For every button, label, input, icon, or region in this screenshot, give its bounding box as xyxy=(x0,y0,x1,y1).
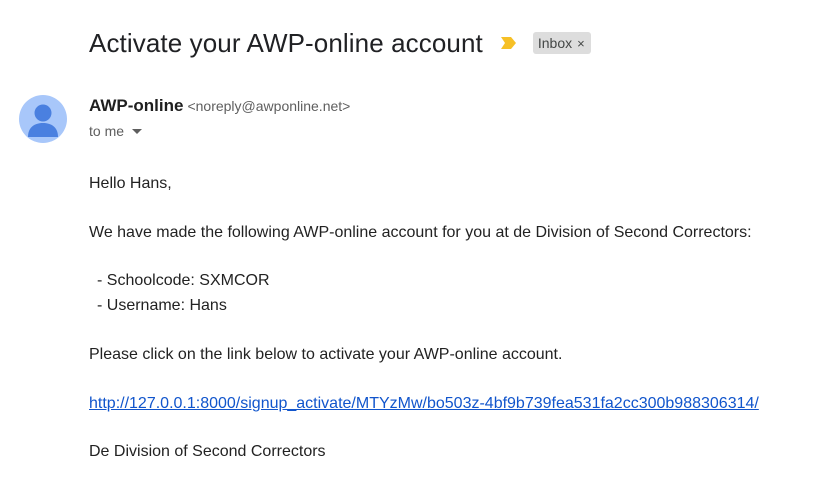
sender-name[interactable]: AWP-online xyxy=(89,96,183,116)
email-subject: Activate your AWP-online account xyxy=(89,27,483,58)
sender-email: <noreply@awponline.net> xyxy=(187,98,351,114)
chevron-down-icon[interactable] xyxy=(132,128,143,134)
body-instruction: Please click on the link below to activa… xyxy=(89,346,563,363)
person-avatar-icon xyxy=(19,95,67,143)
recipient-line: to me xyxy=(89,123,143,139)
body-signature: De Division of Second Correctors xyxy=(89,443,326,460)
body-intro: We have made the following AWP-online ac… xyxy=(89,224,752,241)
body-schoolcode: - Schoolcode: SXMCOR xyxy=(97,272,270,289)
recipient-text: to me xyxy=(89,123,125,139)
sender-avatar xyxy=(19,95,67,143)
body-greeting: Hello Hans, xyxy=(89,175,172,192)
remove-label-icon[interactable]: × xyxy=(577,36,585,51)
body-username: - Username: Hans xyxy=(97,297,227,314)
activation-link[interactable]: http://127.0.0.1:8000/signup_activate/MT… xyxy=(89,395,759,413)
sender-line: AWP-online <noreply@awponline.net> xyxy=(89,96,350,116)
inbox-label-chip: Inbox × xyxy=(532,32,591,54)
subject-row: Activate your AWP-online account Inbox × xyxy=(89,24,591,62)
inbox-label-text: Inbox xyxy=(537,35,573,51)
importance-marker-icon[interactable] xyxy=(500,36,518,50)
